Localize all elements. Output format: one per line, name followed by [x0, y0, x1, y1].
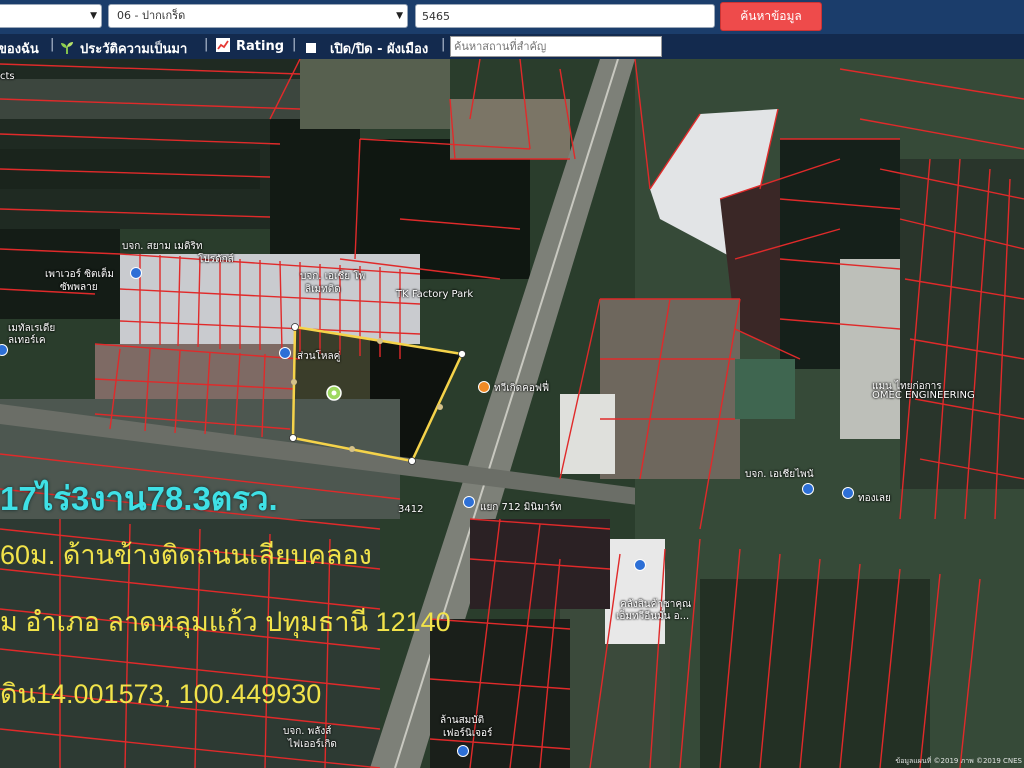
search-button[interactable]: ค้นหาข้อมูล: [720, 2, 822, 31]
toolbar-separator: |: [204, 37, 209, 52]
toolbar-item-mine[interactable]: ของฉัน: [0, 38, 39, 59]
map-label: ทองเลย: [858, 493, 891, 504]
chevron-down-icon: ▼: [90, 11, 97, 21]
district-select[interactable]: 06 - ปากเกร็ด ▼: [108, 4, 408, 28]
map-label: โปรดักส์: [198, 254, 234, 265]
frontage-text: 60ม. ด้านข้างติดถนนเลียบคลอง: [0, 540, 372, 570]
toolbar-item-mine-label: ของฉัน: [0, 42, 39, 57]
map-label: เฟอร์นิเจอร์: [443, 728, 493, 739]
map-label: ลเทอร์เค: [8, 335, 46, 346]
district-select-value: 06 - ปากเกร็ด: [117, 9, 186, 22]
map-label: บจก. สยาม เมดิริท: [122, 241, 203, 252]
map-canvas: [0, 59, 1024, 768]
location-pin-icon[interactable]: [802, 483, 814, 495]
map-label: ทวีเกิดคอฟฟี่: [494, 383, 550, 394]
chevron-down-icon: ▼: [396, 11, 403, 21]
checkbox-icon: [306, 43, 316, 53]
map-label: cts: [0, 71, 15, 82]
place-search-input[interactable]: [450, 36, 662, 57]
map-label: ไฟเออร์เกิด: [288, 739, 337, 750]
map-label: 3412: [398, 504, 424, 515]
chart-icon: [216, 38, 230, 52]
province-select[interactable]: ▼: [0, 4, 102, 28]
location-pin-icon[interactable]: [457, 745, 469, 757]
sprout-icon: [61, 42, 73, 54]
coordinates-text: ดิน14.001573, 100.449930: [0, 679, 322, 709]
cafe-pin-icon[interactable]: [478, 381, 490, 393]
toolbar-item-history[interactable]: ประวัติความเป็นมา: [60, 38, 187, 59]
location-pin-icon[interactable]: [279, 347, 291, 359]
map-label: ส่วนโหลคู่: [297, 351, 341, 362]
map-label: แยก 712 มินิมาร์ท: [480, 502, 562, 513]
toolbar-item-cityplan-toggle[interactable]: เปิด/ปิด - ผังเมือง: [306, 38, 428, 59]
toolbar-separator: |: [441, 37, 446, 52]
map-label: OMEC ENGINEERING: [872, 390, 975, 401]
map-attribution: ข้อมูลแผนที่ ©2019 ภาพ ©2019 CNES: [895, 757, 1022, 765]
map-label: ลิเมทติด: [305, 284, 341, 295]
map-label: TK Factory Park: [396, 289, 474, 300]
toolbar-separator: |: [50, 37, 55, 52]
map-label: เอ็มทวีอีนมั่น อ...: [616, 611, 690, 622]
toolbar-item-history-label: ประวัติความเป็นมา: [80, 42, 188, 57]
location-pin-icon[interactable]: [842, 487, 854, 499]
map-label: บจก. เอเชียไพนั: [745, 469, 814, 480]
satellite-map[interactable]: cts บจก. สยาม เมดิริท โปรดักส์ เพาเวอร์ …: [0, 59, 1024, 768]
location-pin-icon[interactable]: [130, 267, 142, 279]
search-bar: ▼ 06 - ปากเกร็ด ▼ ค้นหาข้อมูล: [0, 0, 1024, 34]
location-pin-icon[interactable]: [634, 559, 646, 571]
location-pin-icon[interactable]: [463, 496, 475, 508]
parcel-number-input[interactable]: [415, 4, 715, 28]
address-text: ม อำเภอ ลาดหลุมแก้ว ปทุมธานี 12140: [0, 607, 451, 637]
map-label: ซัพพลาย: [60, 282, 98, 293]
toolbar-item-cityplan-label: เปิด/ปิด - ผังเมือง: [330, 42, 429, 57]
land-area-text: 17ไร่3งาน78.3ตรว.: [0, 480, 278, 517]
toolbar-item-rating[interactable]: Rating: [216, 38, 284, 54]
toolbar-separator: |: [292, 37, 297, 52]
toolbar-item-rating-label: Rating: [236, 39, 285, 54]
